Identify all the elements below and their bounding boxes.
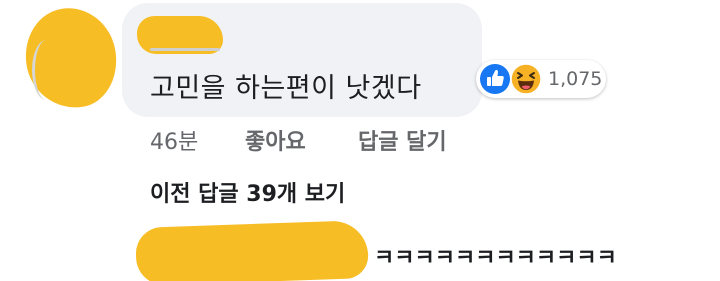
reaction-count: 1,075 xyxy=(548,68,603,90)
author-name-underline xyxy=(150,48,220,51)
reply-author-redaction xyxy=(135,219,369,281)
like-button[interactable]: 좋아요 xyxy=(245,124,306,156)
comment-thread: 고민을 하는편이 낫겠다 1,075 46분 좋아요 답글 달기 이전 답글 3… xyxy=(0,0,720,281)
reply-text: ㅋㅋㅋㅋㅋㅋㅋㅋㅋㅋㅋㅋ xyxy=(374,246,617,271)
reply-button[interactable]: 답글 달기 xyxy=(358,124,447,156)
view-previous-replies-link[interactable]: 이전 답글 39개 보기 xyxy=(150,176,345,208)
avatar[interactable] xyxy=(32,40,61,100)
comment-text: 고민을 하는편이 낫겠다 xyxy=(150,73,422,104)
haha-icon xyxy=(510,63,542,95)
reactions-summary[interactable]: 1,075 xyxy=(476,60,606,98)
timestamp[interactable]: 46분 xyxy=(150,124,198,156)
like-icon xyxy=(480,64,510,94)
